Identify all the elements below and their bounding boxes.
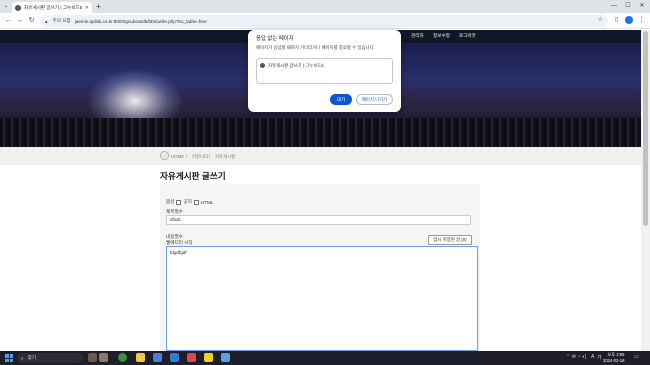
content-editor[interactable]: fdgdfgdf	[166, 246, 478, 351]
tab-close-icon[interactable]: ✕	[85, 5, 89, 11]
wait-button[interactable]: 대기	[330, 94, 352, 105]
forward-icon[interactable]: →	[15, 16, 24, 25]
taskbar-app-icon[interactable]	[187, 353, 196, 362]
not-secure-icon[interactable]: ▲	[44, 19, 49, 24]
maximize-button[interactable]: ☐	[621, 1, 635, 11]
address-bar[interactable]: ▲ 주의 요함 jaemin.ipdisk.co.kr:8000/gnuboar…	[40, 15, 608, 27]
temp-saved-posts-button[interactable]: 임시 저장된 글 (0)	[428, 235, 472, 245]
notification-icon[interactable]: ▭	[634, 354, 639, 360]
breadcrumb-bar	[0, 147, 641, 165]
tray-icons[interactable]: ⌃ ✉ ◔ ◖)	[566, 354, 586, 360]
page-favicon-icon	[260, 63, 265, 68]
breadcrumb-separator: /	[209, 154, 211, 159]
breadcrumb-community[interactable]: 커뮤니티	[192, 154, 208, 160]
dialog-title: 응답 없는 페이지	[256, 36, 294, 42]
subject-input[interactable]: dfsdc	[166, 215, 471, 225]
nav-logout-link[interactable]: 로그아웃	[459, 33, 476, 39]
more-menu-icon[interactable]: ⋮	[637, 16, 646, 25]
favicon-icon	[15, 4, 21, 11]
windows-start-icon[interactable]	[5, 354, 13, 362]
new-tab-button[interactable]: +	[94, 2, 103, 11]
ime-mode-indicator[interactable]: 가	[597, 354, 602, 361]
reload-icon[interactable]: ↻	[27, 16, 36, 25]
security-label: 주의 요함	[52, 18, 71, 23]
breadcrumb-separator: /	[186, 154, 188, 159]
nav-admin-link[interactable]: 관리자	[411, 33, 424, 39]
nav-edit-profile-link[interactable]: 정보수정	[433, 33, 450, 39]
scrollbar-thumb[interactable]	[643, 31, 648, 226]
bookmark-star-icon[interactable]: ☆	[596, 16, 605, 25]
tab-search-icon[interactable]: ⌄	[4, 3, 10, 10]
taskbar-app-icon[interactable]	[170, 353, 179, 362]
browser-tab[interactable]: 자유게시판 글쓰기 | 그누보드5 ✕	[12, 2, 92, 13]
taskbar-people-icon[interactable]	[88, 353, 97, 362]
close-window-button[interactable]: ✕	[635, 1, 649, 11]
dialog-page-list: 자유게시판 글쓰기 | 그누보드5	[256, 58, 393, 84]
kakaotalk-icon[interactable]	[204, 353, 213, 362]
taskbar	[0, 351, 650, 365]
home-icon[interactable]: ⌂	[160, 151, 169, 160]
ime-lang-indicator[interactable]: A	[591, 354, 594, 360]
options-label: 옵션	[166, 199, 175, 204]
taskbar-clock[interactable]: 오후 3:55 2024-02-16	[603, 352, 624, 364]
taskbar-search[interactable]: ⌕ 찾기	[17, 353, 83, 363]
breadcrumb-free-board: 자유게시판	[215, 154, 236, 159]
dialog-page-title: 자유게시판 글쓰기 | 그누보드5	[268, 63, 324, 68]
chrome-taskbar-icon[interactable]	[118, 353, 127, 362]
notice-checkbox[interactable]	[176, 199, 182, 205]
page-title: 자유게시판 글쓰기	[160, 171, 226, 181]
notice-label: 공지	[183, 199, 192, 204]
minimize-button[interactable]: —	[607, 1, 621, 11]
search-placeholder: 찾기	[27, 355, 37, 360]
tab-title: 자유게시판 글쓰기 | 그누보드5	[24, 4, 82, 10]
file-explorer-icon[interactable]	[136, 353, 145, 362]
exit-page-button[interactable]: 페이지 나가기	[356, 94, 393, 105]
taskbar-people-icon[interactable]	[99, 353, 108, 362]
breadcrumb-home[interactable]: HOME	[171, 154, 184, 159]
html-checkbox[interactable]	[193, 199, 199, 205]
clock-date: 2024-02-16	[603, 358, 625, 363]
hero-crowd-image	[0, 118, 641, 147]
dialog-message: 페이지가 응답할 때까지 기다리거나 페이지를 종료할 수 있습니다.	[256, 45, 375, 50]
search-icon: ⌕	[21, 355, 24, 361]
taskbar-app-icon[interactable]	[153, 353, 162, 362]
taskbar-app-icon[interactable]	[221, 353, 230, 362]
profile-avatar[interactable]	[625, 16, 633, 24]
options-row: 옵션 공지 HTML	[166, 199, 213, 205]
url-text[interactable]: jaemin.ipdisk.co.kr:8000/gnuboard5/bbs/w…	[75, 19, 207, 24]
html-label: HTML	[200, 199, 214, 205]
back-icon[interactable]: ←	[4, 16, 13, 25]
side-panel-icon[interactable]: ▯	[612, 16, 621, 25]
